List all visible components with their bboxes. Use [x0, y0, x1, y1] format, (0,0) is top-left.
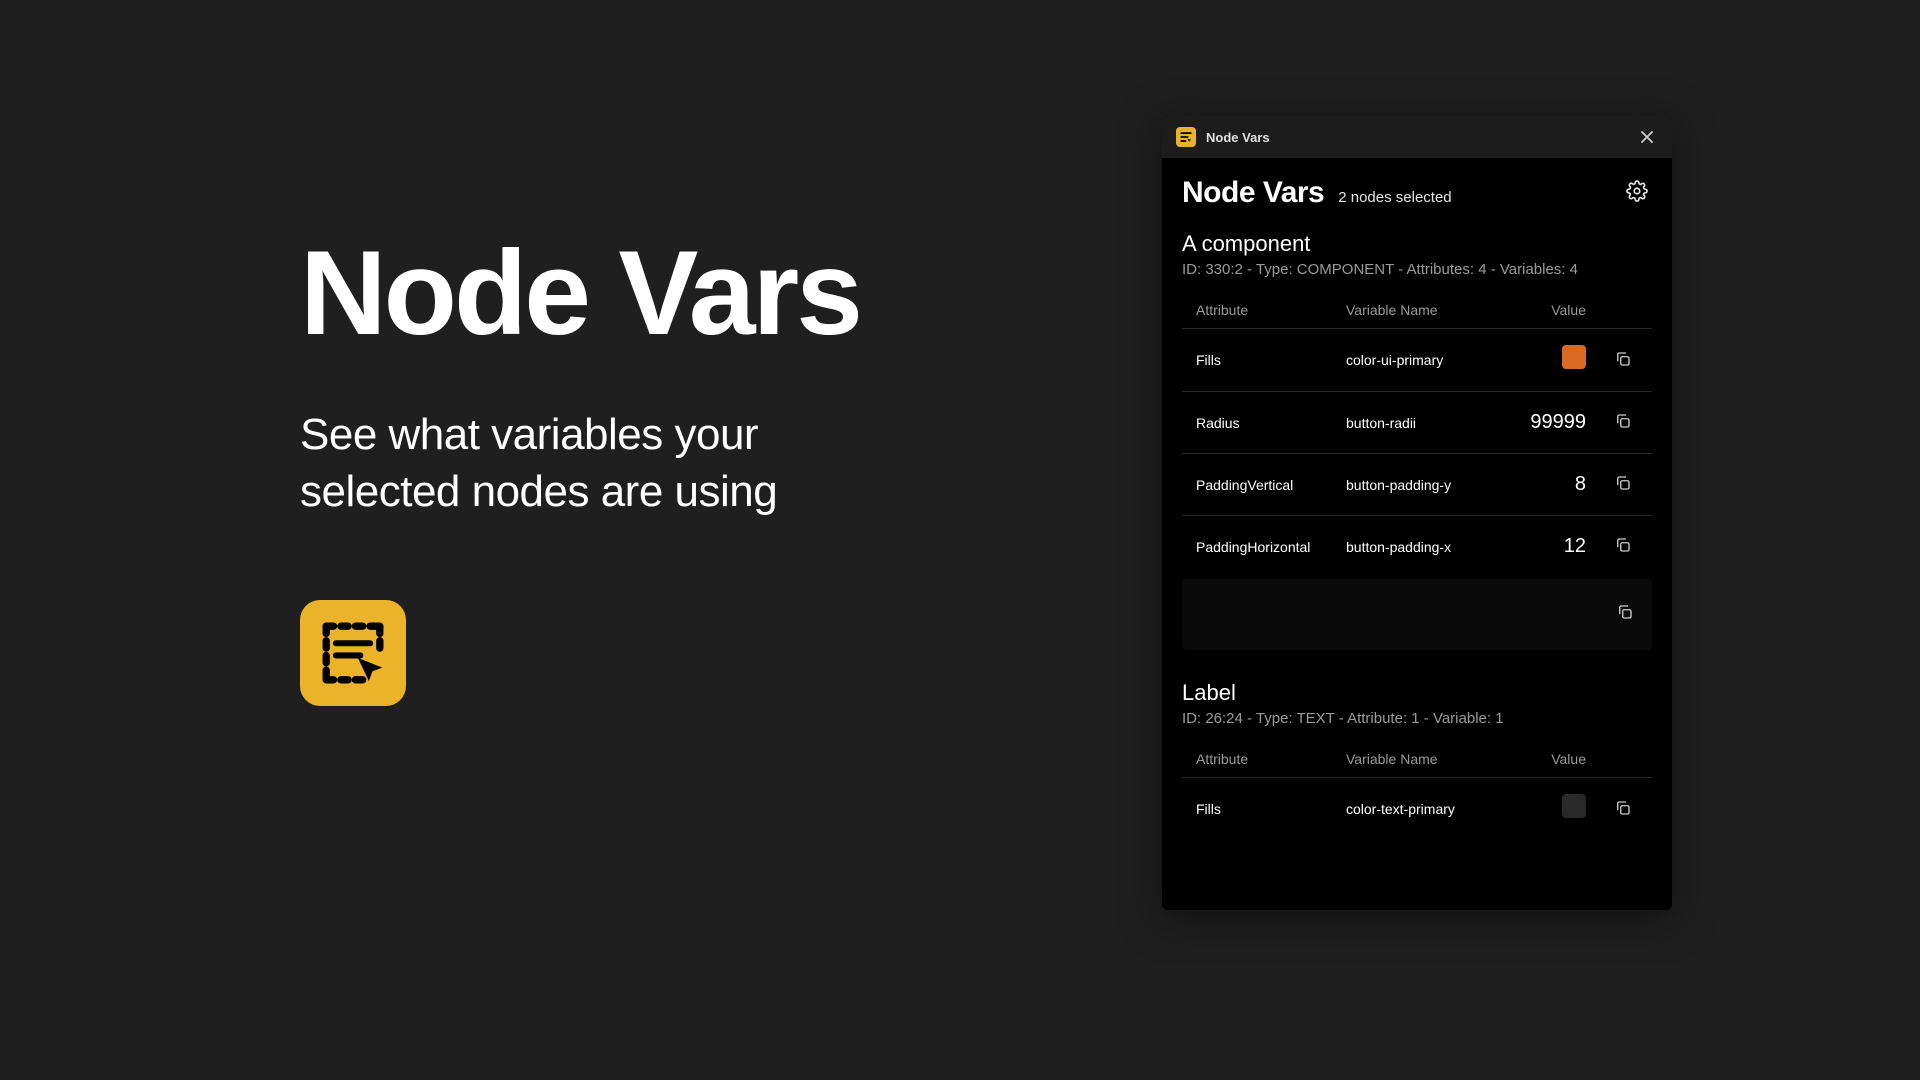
gear-icon	[1626, 180, 1648, 202]
copy-button[interactable]	[1610, 795, 1636, 824]
selection-cursor-icon	[314, 614, 392, 692]
copy-icon	[1614, 536, 1632, 554]
panel-heading: Node Vars	[1182, 176, 1324, 210]
cell-varname: button-padding-x	[1346, 539, 1496, 555]
col-varname: Variable Name	[1346, 751, 1496, 767]
table-header: Attribute Variable Name Value	[1182, 741, 1652, 778]
table-row: PaddingVertical button-padding-y 8	[1182, 454, 1652, 516]
panel-titlebar: Node Vars	[1162, 116, 1672, 158]
hero: Node Vars See what variables your select…	[300, 230, 860, 706]
cell-attribute: Fills	[1196, 801, 1346, 817]
table-row: Fills color-ui-primary	[1182, 329, 1652, 392]
copy-icon	[1614, 799, 1632, 817]
cell-varname: color-text-primary	[1346, 801, 1496, 817]
copy-icon	[1616, 603, 1634, 621]
node-meta: ID: 330:2 - Type: COMPONENT - Attributes…	[1182, 261, 1652, 278]
node-meta: ID: 26:24 - Type: TEXT - Attribute: 1 - …	[1182, 710, 1652, 727]
copy-button[interactable]	[1610, 408, 1636, 437]
cell-value: 99999	[1496, 411, 1586, 434]
selection-count: 2 nodes selected	[1338, 189, 1451, 206]
cell-attribute: Radius	[1196, 415, 1346, 431]
close-icon	[1640, 130, 1654, 144]
table-row: Fills color-text-primary	[1182, 778, 1652, 840]
cell-attribute: PaddingHorizontal	[1196, 539, 1346, 555]
cell-value: 12	[1496, 535, 1586, 558]
col-varname: Variable Name	[1346, 302, 1496, 318]
node-title: Label	[1182, 680, 1652, 706]
settings-button[interactable]	[1622, 176, 1652, 211]
table-row: Radius button-radii 99999	[1182, 392, 1652, 454]
app-logo	[300, 600, 406, 706]
variables-table: Attribute Variable Name Value Fills colo…	[1182, 741, 1652, 840]
col-value: Value	[1496, 302, 1586, 318]
col-attribute: Attribute	[1196, 302, 1346, 318]
cell-value: 8	[1496, 473, 1586, 496]
close-button[interactable]	[1636, 126, 1658, 148]
node-block: Label ID: 26:24 - Type: TEXT - Attribute…	[1182, 680, 1652, 840]
copy-button[interactable]	[1610, 470, 1636, 499]
panel-titlebar-icon	[1176, 127, 1196, 147]
cell-value	[1496, 345, 1586, 375]
cell-varname: button-padding-y	[1346, 477, 1496, 493]
cell-attribute: Fills	[1196, 352, 1346, 368]
hero-subtitle-line1: See what variables your	[300, 410, 758, 459]
copy-icon	[1614, 350, 1632, 368]
copy-all-row	[1182, 579, 1652, 650]
col-value: Value	[1496, 751, 1586, 767]
copy-all-button[interactable]	[1612, 599, 1638, 630]
variables-table: Attribute Variable Name Value Fills colo…	[1182, 292, 1652, 650]
cell-varname: color-ui-primary	[1346, 352, 1496, 368]
hero-title: Node Vars	[300, 230, 860, 356]
hero-subtitle-line2: selected nodes are using	[300, 467, 777, 516]
hero-subtitle: See what variables your selected nodes a…	[300, 406, 860, 520]
cell-varname: button-radii	[1346, 415, 1496, 431]
table-row: PaddingHorizontal button-padding-x 12	[1182, 516, 1652, 577]
node-block: A component ID: 330:2 - Type: COMPONENT …	[1182, 231, 1652, 650]
col-attribute: Attribute	[1196, 751, 1346, 767]
copy-icon	[1614, 474, 1632, 492]
copy-button[interactable]	[1610, 346, 1636, 375]
copy-button[interactable]	[1610, 532, 1636, 561]
color-swatch	[1562, 794, 1586, 818]
plugin-panel: Node Vars Node Vars 2 nodes selected	[1162, 116, 1672, 910]
table-header: Attribute Variable Name Value	[1182, 292, 1652, 329]
cell-attribute: PaddingVertical	[1196, 477, 1346, 493]
panel-header: Node Vars 2 nodes selected	[1182, 176, 1652, 211]
node-title: A component	[1182, 231, 1652, 257]
copy-icon	[1614, 412, 1632, 430]
color-swatch	[1562, 345, 1586, 369]
panel-titlebar-title: Node Vars	[1206, 130, 1270, 145]
cell-value	[1496, 794, 1586, 824]
